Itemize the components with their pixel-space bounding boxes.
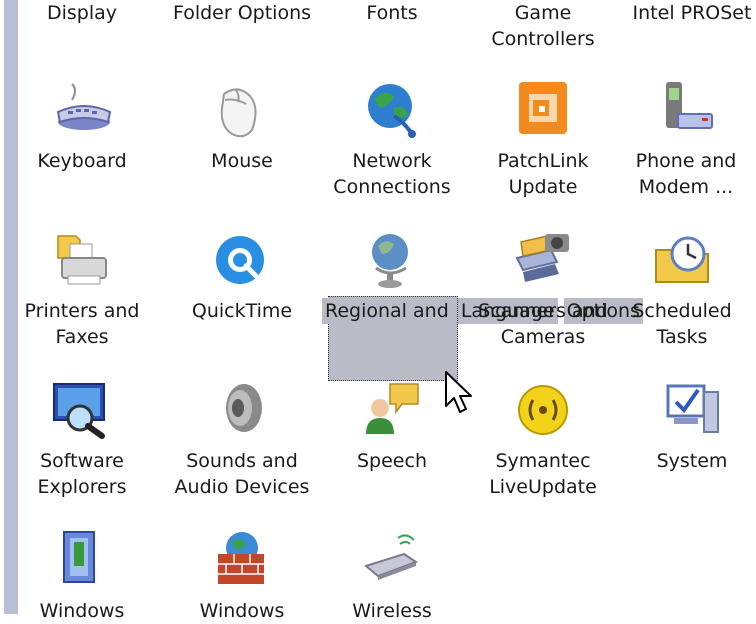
item-label-line2: Explorers — [37, 476, 127, 498]
patchlink-icon — [511, 78, 575, 142]
mouse-icon — [210, 78, 274, 142]
item-label: Regional and — [322, 298, 452, 324]
item-label: Fonts — [366, 2, 418, 24]
item-label-line2: Modem ... — [638, 176, 734, 198]
item-label-line2: Update — [508, 176, 578, 198]
item-label: Game — [514, 2, 572, 24]
item-label-line2: Tasks — [656, 326, 708, 348]
system-icon — [660, 378, 724, 442]
item-label: Phone and — [635, 150, 737, 172]
item-label: Printers and — [24, 300, 140, 322]
item-label: Software — [40, 450, 124, 472]
item-label: Speech — [357, 450, 427, 472]
scheduled-tasks-icon — [650, 228, 714, 292]
item-label: Sounds and — [186, 450, 298, 472]
wireless-adapter-icon — [360, 528, 424, 592]
control-panel-grid: Display Folder Options Fonts Game Contro… — [0, 0, 756, 622]
item-label-line2: Controllers — [491, 28, 595, 50]
phone-modem-icon — [654, 78, 718, 142]
item-label-line2: Cameras — [500, 326, 586, 348]
item-label: Symantec — [495, 450, 591, 472]
item-label: Mouse — [211, 150, 273, 172]
windows-window-icon — [50, 528, 114, 592]
item-label: Network — [352, 150, 432, 172]
item-label: Scanners and — [478, 300, 608, 322]
item-label-line2: Faxes — [55, 326, 109, 348]
printer-icon — [50, 228, 114, 292]
firewall-icon — [210, 528, 274, 592]
item-label: Intel PROSet — [632, 2, 752, 24]
item-label-line2: LiveUpdate — [489, 476, 597, 498]
liveupdate-icon — [511, 378, 575, 442]
item-label: Folder Options — [172, 2, 312, 24]
item-label-line2: Connections — [333, 176, 451, 198]
item-label: Windows — [39, 600, 125, 622]
item-label: Keyboard — [37, 150, 127, 172]
item-label: System — [656, 450, 728, 472]
item-label: QuickTime — [191, 300, 293, 322]
item-label-line2: Audio Devices — [174, 476, 310, 498]
software-explorers-icon — [50, 378, 114, 442]
keyboard-icon — [50, 78, 114, 142]
mouse-pointer-icon — [445, 371, 472, 413]
item-label: Display — [46, 2, 118, 24]
speech-icon — [360, 378, 424, 442]
item-label: Windows — [199, 600, 285, 622]
item-label: Wireless — [352, 600, 432, 622]
globe-stand-icon — [360, 228, 424, 292]
quicktime-icon — [210, 228, 274, 292]
item-label: PatchLink — [497, 150, 589, 172]
speaker-icon — [210, 378, 274, 442]
globe-network-icon — [360, 78, 424, 142]
scanner-camera-icon — [511, 228, 575, 292]
item-label: Scheduled — [632, 300, 732, 322]
